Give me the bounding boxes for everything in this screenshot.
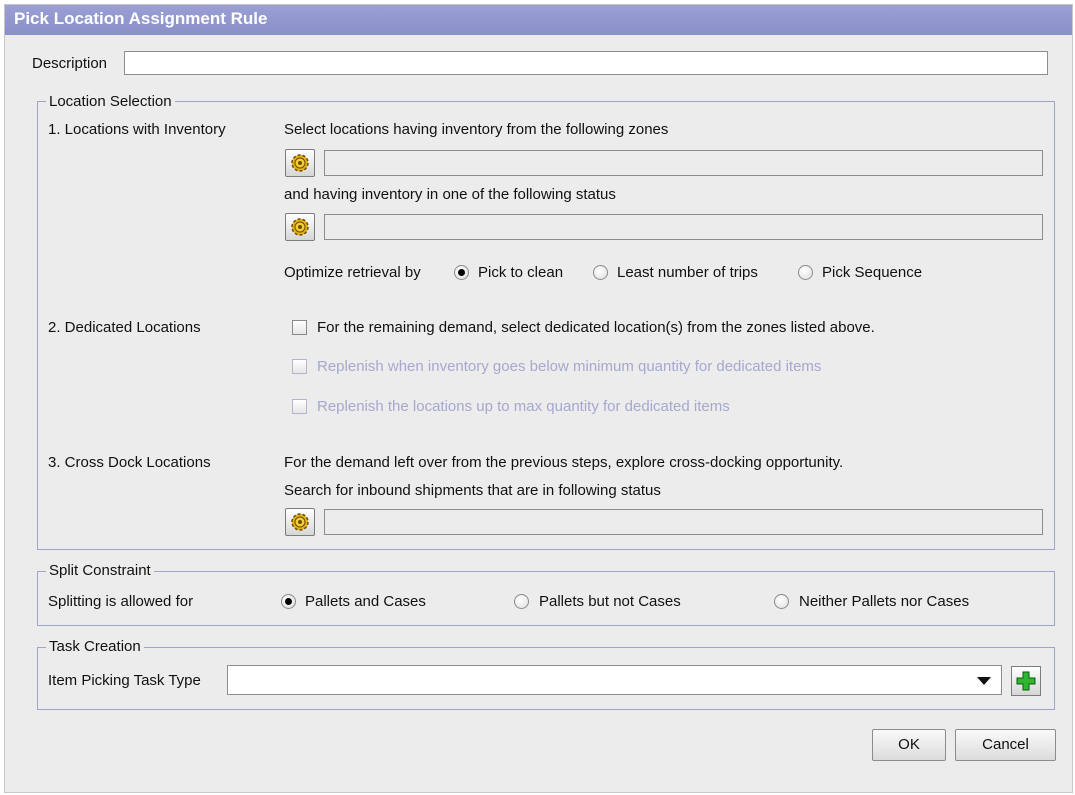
inbound-status-field[interactable] (324, 509, 1043, 535)
optimize-label: Optimize retrieval by (284, 264, 421, 281)
zones-field[interactable] (324, 150, 1043, 176)
checkbox-dedicated-locations-label: For the remaining demand, select dedicat… (317, 319, 875, 336)
radio-pallets-not-cases[interactable] (514, 594, 529, 609)
dialog-window: Pick Location Assignment Rule Descriptio… (4, 4, 1073, 793)
radio-neither[interactable] (774, 594, 789, 609)
checkbox-replenish-min-label: Replenish when inventory goes below mini… (317, 358, 822, 375)
radio-pallets-not-cases-label: Pallets but not Cases (539, 593, 681, 610)
dedicated-heading: 2. Dedicated Locations (48, 319, 201, 336)
status-lookup-button[interactable] (285, 213, 315, 241)
task-creation-legend: Task Creation (46, 638, 144, 655)
cross-dock-heading: 3. Cross Dock Locations (48, 454, 211, 471)
radio-pick-sequence-label: Pick Sequence (822, 264, 923, 281)
split-label: Splitting is allowed for (48, 593, 194, 610)
split-constraint-legend: Split Constraint (46, 562, 154, 579)
radio-pick-to-clean[interactable] (454, 265, 469, 280)
radio-least-trips-label: Least number of trips (617, 264, 758, 281)
task-type-select[interactable] (227, 665, 1002, 695)
status-field[interactable] (324, 214, 1043, 240)
cancel-button[interactable]: Cancel (955, 729, 1056, 761)
zones-lookup-button[interactable] (285, 149, 315, 177)
inbound-status-lookup-button[interactable] (285, 508, 315, 536)
location-selection-legend: Location Selection (46, 93, 175, 110)
gear-lookup-icon (291, 513, 309, 531)
gear-lookup-icon (291, 154, 309, 172)
gear-lookup-icon (291, 218, 309, 236)
radio-pick-to-clean-label: Pick to clean (478, 264, 564, 281)
checkbox-replenish-min (292, 359, 307, 374)
radio-pick-sequence[interactable] (798, 265, 813, 280)
radio-neither-label: Neither Pallets nor Cases (799, 593, 970, 610)
radio-pallets-and-cases-label: Pallets and Cases (305, 593, 426, 610)
description-input[interactable] (124, 51, 1048, 75)
triangle-down-icon[interactable] (977, 677, 991, 685)
inbound-status-text: Search for inbound shipments that are in… (284, 482, 661, 499)
window-title: Pick Location Assignment Rule (14, 9, 268, 28)
description-label: Description (32, 55, 108, 72)
add-task-type-button[interactable] (1011, 666, 1041, 696)
checkbox-replenish-max-label: Replenish the locations up to max quanti… (317, 398, 730, 415)
checkbox-dedicated-locations[interactable] (292, 320, 307, 335)
inventory-heading: 1. Locations with Inventory (48, 121, 226, 138)
task-type-label: Item Picking Task Type (48, 672, 201, 689)
checkbox-replenish-max (292, 399, 307, 414)
ok-button[interactable]: OK (872, 729, 946, 761)
status-text: and having inventory in one of the follo… (284, 186, 616, 203)
cross-dock-text: For the demand left over from the previo… (284, 454, 844, 471)
radio-least-trips[interactable] (593, 265, 608, 280)
zones-text: Select locations having inventory from t… (284, 121, 669, 138)
radio-pallets-and-cases[interactable] (281, 594, 296, 609)
green-plus-icon (1016, 671, 1036, 691)
title-bar: Pick Location Assignment Rule (5, 5, 1072, 35)
